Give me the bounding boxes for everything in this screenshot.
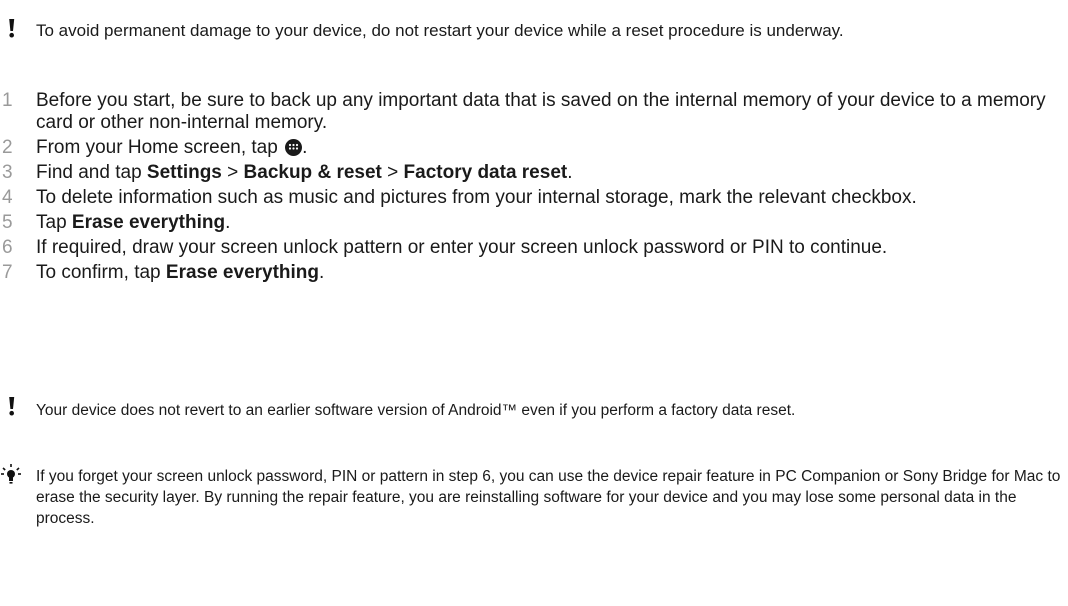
step-text: To delete information such as music and … [36,187,917,208]
apps-grid-icon [285,139,303,156]
warning-text-bottom: Your device does not revert to an earlie… [36,402,796,419]
step-text-prefix: Find and tap [36,162,147,183]
erase-everything-label: Erase everything [165,262,320,283]
step-text-after: . [302,137,308,158]
step-number: 4 [2,187,13,208]
step-number: 1 [2,90,13,111]
erase-everything-label: Erase everything [71,212,226,233]
step-4: 4 To delete information such as music an… [0,187,1068,209]
step-1: 1 Before you start, be sure to back up a… [0,90,1068,134]
lightbulb-icon [1,464,21,484]
step-text-suffix: . [567,162,573,183]
exclamation-icon [9,19,15,38]
step-number: 5 [2,212,13,233]
step-2: 2 From your Home screen, tap . [0,137,1068,159]
separator: > [221,162,244,183]
warning-note-bottom: Your device does not revert to an earlie… [0,396,1068,444]
step-text-suffix: . [319,262,325,283]
step-text-prefix: Tap [36,212,72,233]
step-text: If required, draw your screen unlock pat… [36,237,888,258]
separator: > [381,162,404,183]
reset-steps-list: 1 Before you start, be sure to back up a… [0,90,1068,287]
backup-reset-label: Backup & reset [243,162,382,183]
step-number: 2 [2,137,13,158]
tip-note: If you forget your screen unlock passwor… [0,462,1068,574]
step-5: 5 Tap Erase everything. [0,212,1068,234]
step-3: 3 Find and tap Settings > Backup & reset… [0,162,1068,184]
warning-note-top: To avoid permanent damage to your device… [0,18,1068,66]
step-number: 7 [2,262,13,283]
step-number: 6 [2,237,13,258]
step-6: 6 If required, draw your screen unlock p… [0,237,1068,259]
step-text: Before you start, be sure to back up any… [36,90,1046,133]
document-page: To avoid permanent damage to your device… [0,0,1068,606]
step-7: 7 To confirm, tap Erase everything. [0,262,1068,284]
tip-text: If you forget your screen unlock passwor… [36,468,1061,527]
warning-text-top: To avoid permanent damage to your device… [36,21,844,40]
exclamation-icon [9,397,15,416]
step-text-suffix: . [225,212,231,233]
step-text-before: From your Home screen, tap [36,137,284,158]
settings-label: Settings [146,162,222,183]
step-text-prefix: To confirm, tap [36,262,166,283]
factory-data-reset-label: Factory data reset [403,162,568,183]
step-number: 3 [2,162,13,183]
